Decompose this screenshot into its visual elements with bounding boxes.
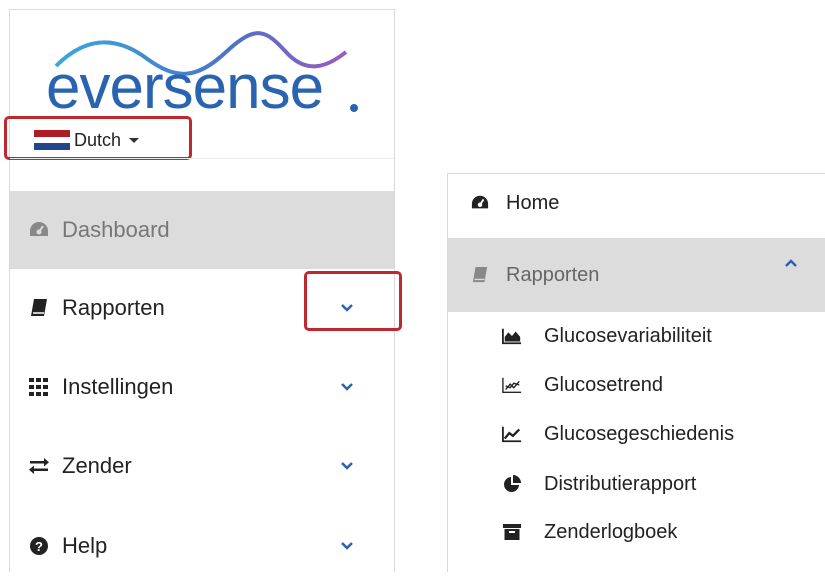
archive-icon xyxy=(502,522,522,542)
sidebar-item-label: Instellingen xyxy=(62,374,174,399)
sidebar-item-home[interactable]: Home xyxy=(448,174,825,232)
chevron-down-icon[interactable] xyxy=(340,380,354,394)
sidebar-item-label: Rapporten xyxy=(62,295,165,320)
sidebar-item-label: Dashboard xyxy=(62,217,170,242)
sub-item-glucosegeschiedenis[interactable]: Glucosegeschiedenis xyxy=(448,418,825,450)
exchange-icon xyxy=(28,455,50,477)
grid-icon xyxy=(28,376,50,398)
dashboard-icon xyxy=(470,193,490,213)
sidebar-item-label: Home xyxy=(506,191,560,214)
chevron-highlight-box xyxy=(304,271,402,331)
language-label: Dutch xyxy=(74,129,122,150)
expanded-sidebar: Home Rapporten Glucosevariabiliteit Gluc… xyxy=(447,173,825,572)
sidebar-item-help[interactable]: ? Help xyxy=(10,507,394,585)
netherlands-flag-icon xyxy=(34,130,70,151)
sub-item-label: Glucosevariabiliteit xyxy=(544,324,712,347)
chevron-down-icon[interactable] xyxy=(340,459,354,473)
logo-wordmark: eversense xyxy=(46,53,324,122)
sidebar-item-dashboard[interactable]: Dashboard xyxy=(10,191,394,269)
main-sidebar: eversense Dutch Dashboard Rapporten Inst… xyxy=(4,9,402,572)
sub-item-label: Glucosegeschiedenis xyxy=(544,422,735,445)
sub-item-label: Glucosetrend xyxy=(544,373,663,396)
chevron-down-icon[interactable] xyxy=(340,539,354,553)
caret-down-icon xyxy=(129,137,140,143)
sub-item-glucosetrend[interactable]: Glucosetrend xyxy=(448,369,825,401)
line-chart-icon xyxy=(502,424,522,444)
svg-text:?: ? xyxy=(35,539,43,554)
sidebar-item-label: Help xyxy=(62,533,108,558)
sidebar-item-label: Rapporten xyxy=(506,263,600,286)
trend-chart-icon xyxy=(502,375,522,395)
divider xyxy=(10,158,394,159)
eversense-logo: eversense xyxy=(46,22,358,122)
book-icon xyxy=(470,265,490,285)
chevron-up-icon[interactable] xyxy=(784,256,798,270)
sidebar-item-rapporten[interactable]: Rapporten xyxy=(448,238,825,312)
sub-item-distributierapport[interactable]: Distributierapport xyxy=(448,468,825,500)
sub-item-label: Zenderlogboek xyxy=(544,520,678,543)
dashboard-icon xyxy=(28,219,50,241)
area-chart-icon xyxy=(502,326,522,346)
logo-registered-mark xyxy=(350,104,358,112)
sub-item-zenderlogboek[interactable]: Zenderlogboek xyxy=(448,516,825,548)
sidebar-item-zender[interactable]: Zender xyxy=(10,427,394,505)
question-circle-icon: ? xyxy=(28,535,50,557)
sub-item-glucosevariabiliteit[interactable]: Glucosevariabiliteit xyxy=(448,320,825,352)
sub-item-label: Distributierapport xyxy=(544,472,697,495)
book-icon xyxy=(28,297,50,319)
sidebar-item-label: Zender xyxy=(62,453,132,478)
sidebar-item-instellingen[interactable]: Instellingen xyxy=(10,348,394,426)
pie-chart-icon xyxy=(502,474,522,494)
language-selector[interactable]: Dutch xyxy=(34,128,140,152)
